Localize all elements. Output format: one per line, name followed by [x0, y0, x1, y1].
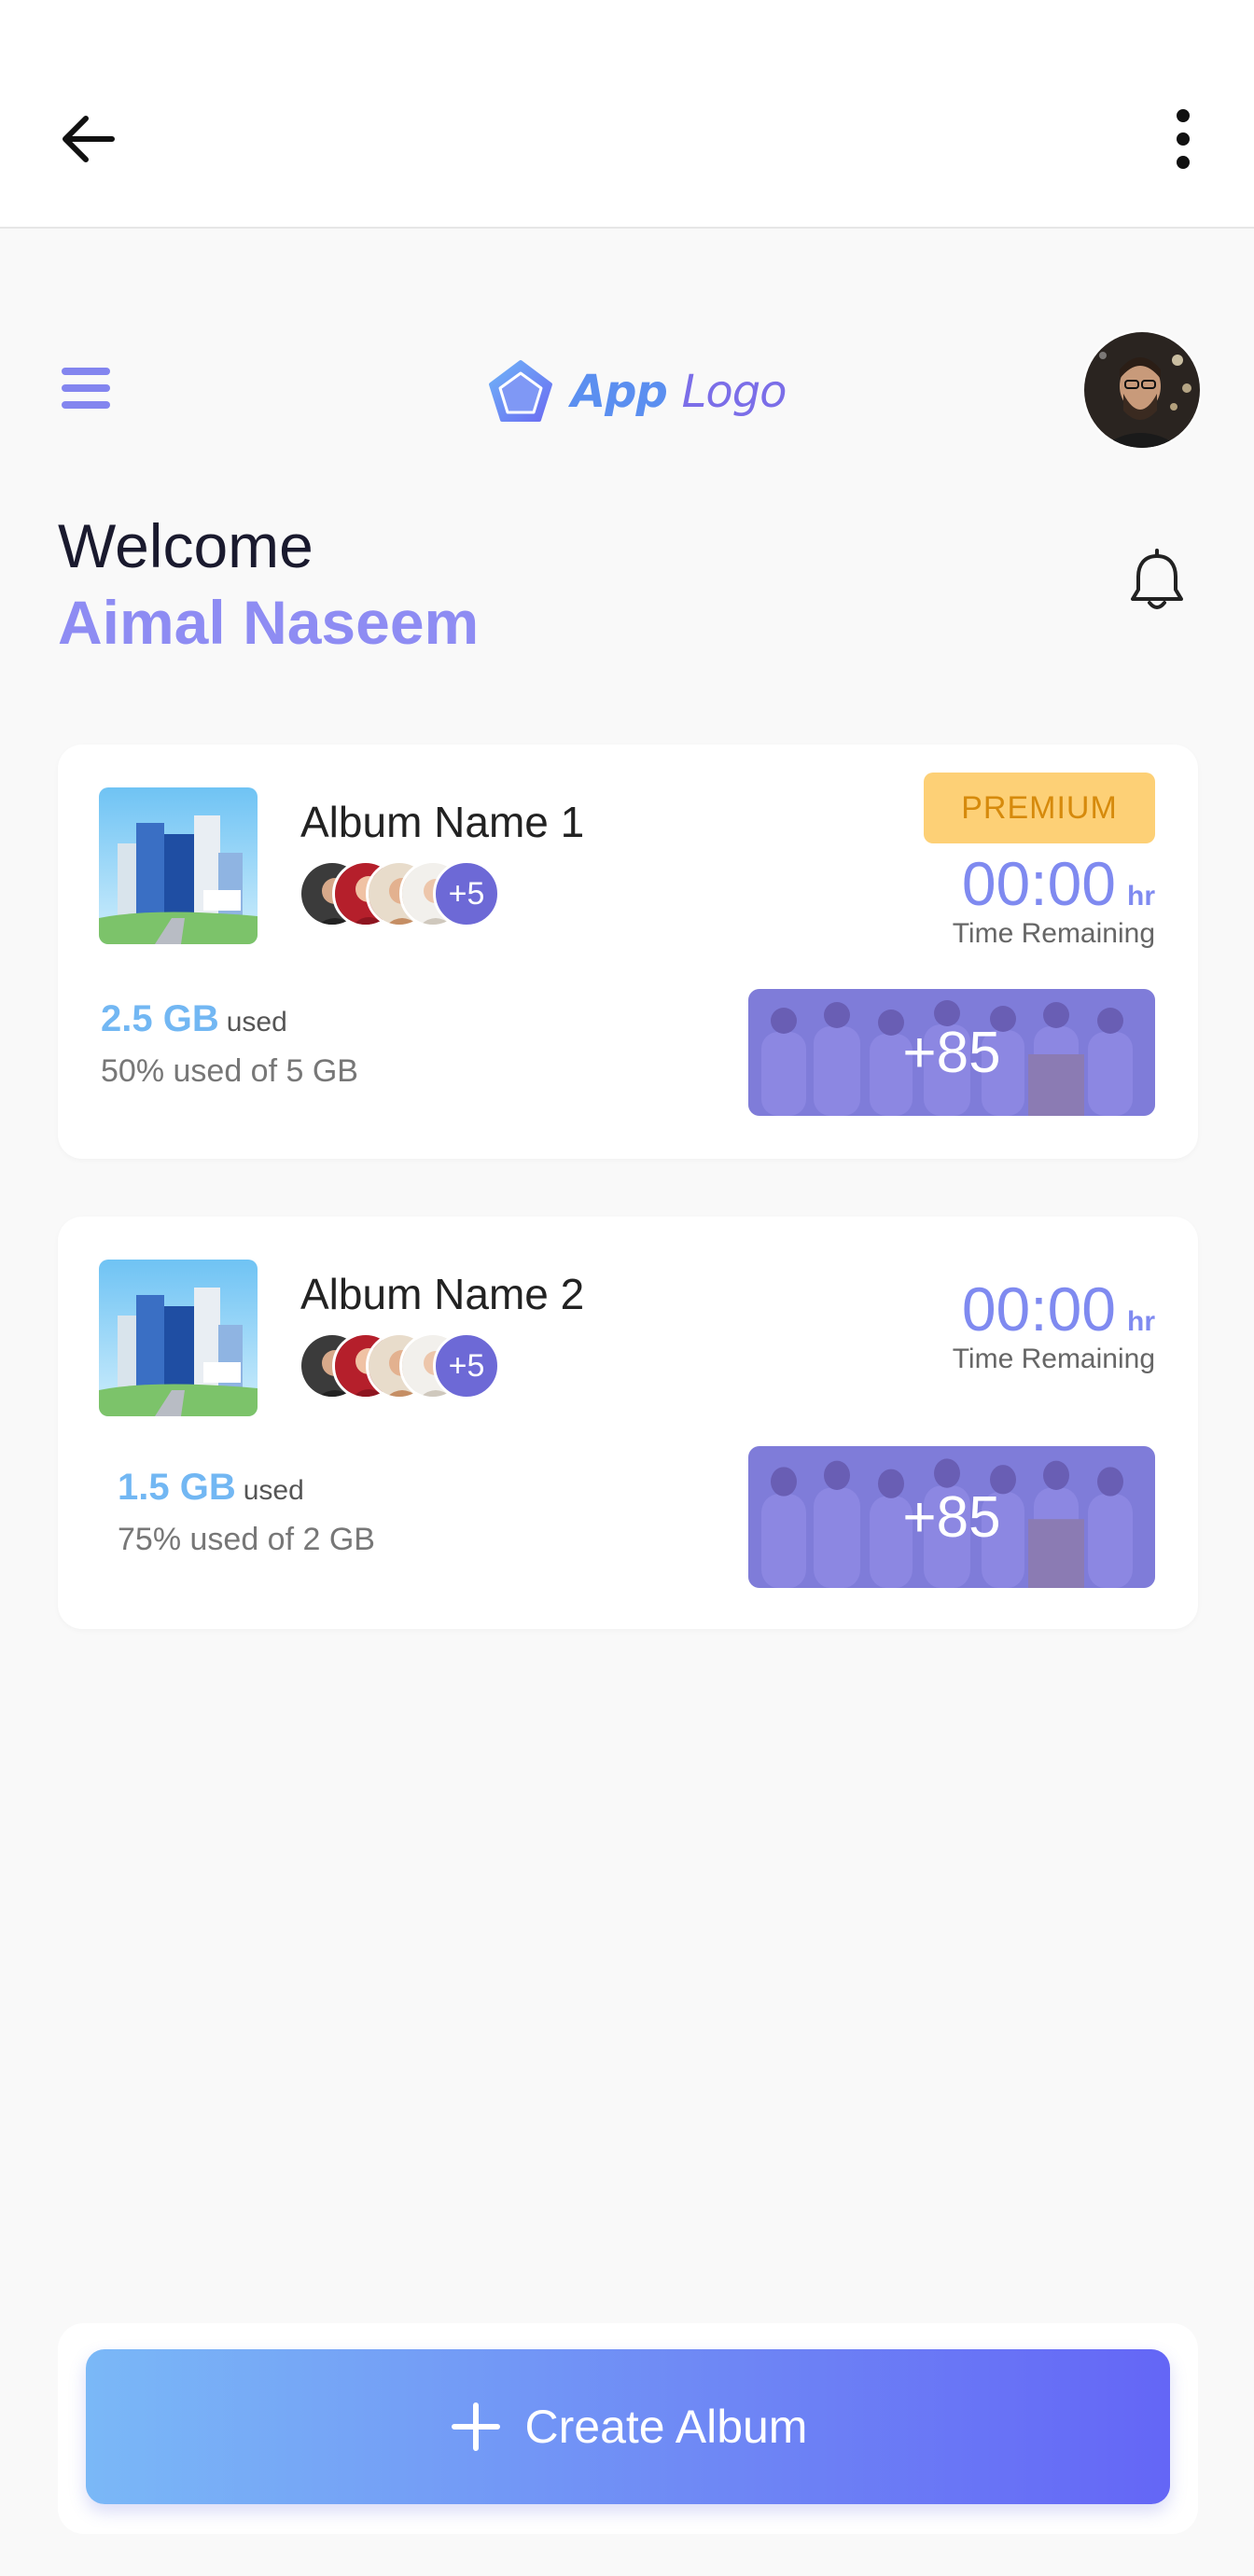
logo-text: App Logo: [571, 366, 787, 418]
pentagon-logo-icon: [489, 360, 552, 422]
logo-text-second: Logo: [681, 366, 787, 418]
album-title: Album Name 1: [300, 798, 585, 846]
avatar: [1084, 332, 1200, 448]
top-app-bar: [0, 0, 1254, 229]
timer-unit: hr: [1127, 881, 1155, 912]
members-more-count: +5: [433, 1332, 500, 1399]
vertical-dots-icon: [1177, 109, 1190, 169]
time-remaining: 00:00 hr Time Remaining: [953, 851, 1155, 950]
storage-detail: 75% used of 2 GB: [118, 1522, 375, 1557]
notifications-button[interactable]: [1125, 549, 1189, 616]
storage-used-suffix: used: [243, 1475, 304, 1506]
app-logo: App Logo: [487, 355, 787, 429]
album-title: Album Name 2: [300, 1270, 585, 1318]
create-album-label: Create Album: [524, 2401, 808, 2453]
plus-icon: [451, 2402, 500, 2451]
photos-count: +85: [902, 1484, 1001, 1550]
timer-value: 00:00: [961, 1274, 1116, 1344]
album-members[interactable]: +5: [299, 860, 513, 931]
create-album-button[interactable]: Create Album: [86, 2349, 1170, 2504]
timer-label: Time Remaining: [952, 918, 1155, 949]
photos-count: +85: [902, 1020, 1001, 1085]
city-illustration: [99, 787, 258, 944]
storage-used: 1.5 GB: [118, 1467, 236, 1508]
timer-label: Time Remaining: [952, 1344, 1155, 1374]
app-header: App Logo: [0, 327, 1254, 448]
menu-button[interactable]: [60, 364, 112, 412]
logo-text-first: App: [571, 366, 668, 418]
album-photos-preview[interactable]: +85: [748, 989, 1155, 1116]
back-button[interactable]: [56, 106, 121, 172]
arrow-left-icon: [63, 116, 115, 162]
hamburger-icon: [62, 368, 110, 409]
album-card[interactable]: Album Name 1 +5 PREMIUM 00:00 hr Time Rem…: [58, 745, 1198, 1159]
album-members[interactable]: +5: [299, 1332, 513, 1403]
members-more-count: +5: [433, 860, 500, 927]
profile-avatar[interactable]: [1084, 332, 1200, 448]
storage-used: 2.5 GB: [101, 998, 219, 1039]
timer-value: 00:00: [961, 849, 1116, 918]
time-remaining: 00:00 hr Time Remaining: [953, 1276, 1155, 1375]
bell-icon: [1131, 549, 1183, 609]
premium-badge: PREMIUM: [924, 773, 1155, 843]
city-illustration: [99, 1260, 258, 1416]
welcome-greeting: Welcome: [58, 511, 314, 580]
storage-used-suffix: used: [226, 1007, 287, 1037]
timer-unit: hr: [1127, 1306, 1155, 1337]
album-card[interactable]: Album Name 2 +5 00:00 hr Time Remaining 1…: [58, 1217, 1198, 1629]
storage-info: 1.5 GB used 75% used of 2 GB: [118, 1467, 375, 1558]
storage-info: 2.5 GB used 50% used of 5 GB: [101, 998, 358, 1090]
storage-detail: 50% used of 5 GB: [101, 1053, 358, 1089]
more-options-button[interactable]: [1157, 106, 1209, 172]
album-thumbnail: [99, 1260, 258, 1416]
user-name: Aimal Naseem: [58, 588, 480, 657]
welcome-section: Welcome Aimal Naseem: [58, 508, 479, 661]
album-photos-preview[interactable]: +85: [748, 1446, 1155, 1588]
album-thumbnail: [99, 787, 258, 944]
